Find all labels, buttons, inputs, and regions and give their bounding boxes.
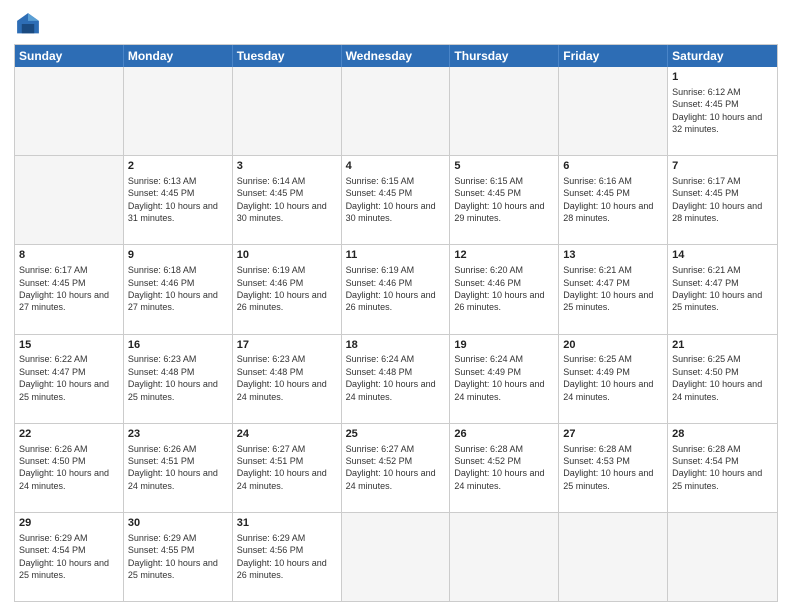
calendar-cell: 27 Sunrise: 6:28 AMSunset: 4:53 PMDaylig… bbox=[559, 424, 668, 512]
calendar-cell: 28 Sunrise: 6:28 AMSunset: 4:54 PMDaylig… bbox=[668, 424, 777, 512]
calendar-row: 1 Sunrise: 6:12 AMSunset: 4:45 PMDayligh… bbox=[15, 67, 777, 155]
calendar-row: 15 Sunrise: 6:22 AMSunset: 4:47 PMDaylig… bbox=[15, 334, 777, 423]
calendar-cell-empty bbox=[559, 67, 668, 155]
day-number: 25 bbox=[346, 427, 446, 442]
day-number: 28 bbox=[672, 427, 773, 442]
calendar-cell: 7 Sunrise: 6:17 AMSunset: 4:45 PMDayligh… bbox=[668, 156, 777, 244]
calendar-cell: 20 Sunrise: 6:25 AMSunset: 4:49 PMDaylig… bbox=[559, 335, 668, 423]
calendar-cell: 22 Sunrise: 6:26 AMSunset: 4:50 PMDaylig… bbox=[15, 424, 124, 512]
calendar-cell: 21 Sunrise: 6:25 AMSunset: 4:50 PMDaylig… bbox=[668, 335, 777, 423]
day-number: 12 bbox=[454, 248, 554, 263]
page: SundayMondayTuesdayWednesdayThursdayFrid… bbox=[0, 0, 792, 612]
calendar-cell: 10 Sunrise: 6:19 AMSunset: 4:46 PMDaylig… bbox=[233, 245, 342, 333]
calendar-cell: 12 Sunrise: 6:20 AMSunset: 4:46 PMDaylig… bbox=[450, 245, 559, 333]
day-of-week-header: Monday bbox=[124, 45, 233, 67]
calendar-cell: 31 Sunrise: 6:29 AMSunset: 4:56 PMDaylig… bbox=[233, 513, 342, 601]
calendar-cell: 15 Sunrise: 6:22 AMSunset: 4:47 PMDaylig… bbox=[15, 335, 124, 423]
day-number: 13 bbox=[563, 248, 663, 263]
day-number: 7 bbox=[672, 159, 773, 174]
calendar-cell: 8 Sunrise: 6:17 AMSunset: 4:45 PMDayligh… bbox=[15, 245, 124, 333]
calendar-cell-empty bbox=[233, 67, 342, 155]
day-number: 16 bbox=[128, 338, 228, 353]
calendar-row: 2 Sunrise: 6:13 AMSunset: 4:45 PMDayligh… bbox=[15, 155, 777, 244]
logo-icon bbox=[14, 10, 42, 38]
calendar-row: 22 Sunrise: 6:26 AMSunset: 4:50 PMDaylig… bbox=[15, 423, 777, 512]
calendar-cell: 14 Sunrise: 6:21 AMSunset: 4:47 PMDaylig… bbox=[668, 245, 777, 333]
calendar-cell: 5 Sunrise: 6:15 AMSunset: 4:45 PMDayligh… bbox=[450, 156, 559, 244]
logo bbox=[14, 10, 46, 38]
calendar-cell-empty bbox=[15, 156, 124, 244]
day-of-week-header: Saturday bbox=[668, 45, 777, 67]
day-number: 11 bbox=[346, 248, 446, 263]
calendar-body: 1 Sunrise: 6:12 AMSunset: 4:45 PMDayligh… bbox=[15, 67, 777, 601]
day-of-week-header: Thursday bbox=[450, 45, 559, 67]
day-number: 21 bbox=[672, 338, 773, 353]
calendar-header: SundayMondayTuesdayWednesdayThursdayFrid… bbox=[15, 45, 777, 67]
calendar-cell-empty bbox=[668, 513, 777, 601]
day-of-week-header: Tuesday bbox=[233, 45, 342, 67]
calendar-cell: 2 Sunrise: 6:13 AMSunset: 4:45 PMDayligh… bbox=[124, 156, 233, 244]
calendar-row: 29 Sunrise: 6:29 AMSunset: 4:54 PMDaylig… bbox=[15, 512, 777, 601]
day-number: 14 bbox=[672, 248, 773, 263]
day-number: 10 bbox=[237, 248, 337, 263]
calendar-cell: 19 Sunrise: 6:24 AMSunset: 4:49 PMDaylig… bbox=[450, 335, 559, 423]
day-number: 27 bbox=[563, 427, 663, 442]
calendar-cell-empty bbox=[342, 513, 451, 601]
calendar-cell: 25 Sunrise: 6:27 AMSunset: 4:52 PMDaylig… bbox=[342, 424, 451, 512]
calendar-cell: 30 Sunrise: 6:29 AMSunset: 4:55 PMDaylig… bbox=[124, 513, 233, 601]
calendar-cell: 29 Sunrise: 6:29 AMSunset: 4:54 PMDaylig… bbox=[15, 513, 124, 601]
day-number: 20 bbox=[563, 338, 663, 353]
calendar-cell-empty bbox=[559, 513, 668, 601]
calendar-cell: 16 Sunrise: 6:23 AMSunset: 4:48 PMDaylig… bbox=[124, 335, 233, 423]
day-number: 18 bbox=[346, 338, 446, 353]
calendar-cell: 1 Sunrise: 6:12 AMSunset: 4:45 PMDayligh… bbox=[668, 67, 777, 155]
day-number: 2 bbox=[128, 159, 228, 174]
day-number: 9 bbox=[128, 248, 228, 263]
day-number: 24 bbox=[237, 427, 337, 442]
calendar-cell: 11 Sunrise: 6:19 AMSunset: 4:46 PMDaylig… bbox=[342, 245, 451, 333]
day-number: 17 bbox=[237, 338, 337, 353]
day-number: 31 bbox=[237, 516, 337, 531]
calendar-cell: 3 Sunrise: 6:14 AMSunset: 4:45 PMDayligh… bbox=[233, 156, 342, 244]
day-number: 29 bbox=[19, 516, 119, 531]
day-of-week-header: Sunday bbox=[15, 45, 124, 67]
calendar-cell-empty bbox=[124, 67, 233, 155]
calendar-cell: 26 Sunrise: 6:28 AMSunset: 4:52 PMDaylig… bbox=[450, 424, 559, 512]
calendar-cell-empty bbox=[450, 513, 559, 601]
header bbox=[14, 10, 778, 38]
day-of-week-header: Friday bbox=[559, 45, 668, 67]
day-number: 4 bbox=[346, 159, 446, 174]
calendar-cell: 9 Sunrise: 6:18 AMSunset: 4:46 PMDayligh… bbox=[124, 245, 233, 333]
day-number: 30 bbox=[128, 516, 228, 531]
day-number: 3 bbox=[237, 159, 337, 174]
day-of-week-header: Wednesday bbox=[342, 45, 451, 67]
day-number: 8 bbox=[19, 248, 119, 263]
calendar-cell: 13 Sunrise: 6:21 AMSunset: 4:47 PMDaylig… bbox=[559, 245, 668, 333]
calendar-cell: 17 Sunrise: 6:23 AMSunset: 4:48 PMDaylig… bbox=[233, 335, 342, 423]
day-number: 1 bbox=[672, 70, 773, 85]
calendar-cell-empty bbox=[342, 67, 451, 155]
day-number: 6 bbox=[563, 159, 663, 174]
day-number: 5 bbox=[454, 159, 554, 174]
calendar-cell: 23 Sunrise: 6:26 AMSunset: 4:51 PMDaylig… bbox=[124, 424, 233, 512]
calendar-cell-empty bbox=[15, 67, 124, 155]
calendar-cell: 6 Sunrise: 6:16 AMSunset: 4:45 PMDayligh… bbox=[559, 156, 668, 244]
calendar-row: 8 Sunrise: 6:17 AMSunset: 4:45 PMDayligh… bbox=[15, 244, 777, 333]
calendar-cell: 4 Sunrise: 6:15 AMSunset: 4:45 PMDayligh… bbox=[342, 156, 451, 244]
calendar: SundayMondayTuesdayWednesdayThursdayFrid… bbox=[14, 44, 778, 602]
calendar-cell: 24 Sunrise: 6:27 AMSunset: 4:51 PMDaylig… bbox=[233, 424, 342, 512]
calendar-cell: 18 Sunrise: 6:24 AMSunset: 4:48 PMDaylig… bbox=[342, 335, 451, 423]
calendar-cell-empty bbox=[450, 67, 559, 155]
day-number: 26 bbox=[454, 427, 554, 442]
day-number: 23 bbox=[128, 427, 228, 442]
day-number: 19 bbox=[454, 338, 554, 353]
day-number: 22 bbox=[19, 427, 119, 442]
day-number: 15 bbox=[19, 338, 119, 353]
